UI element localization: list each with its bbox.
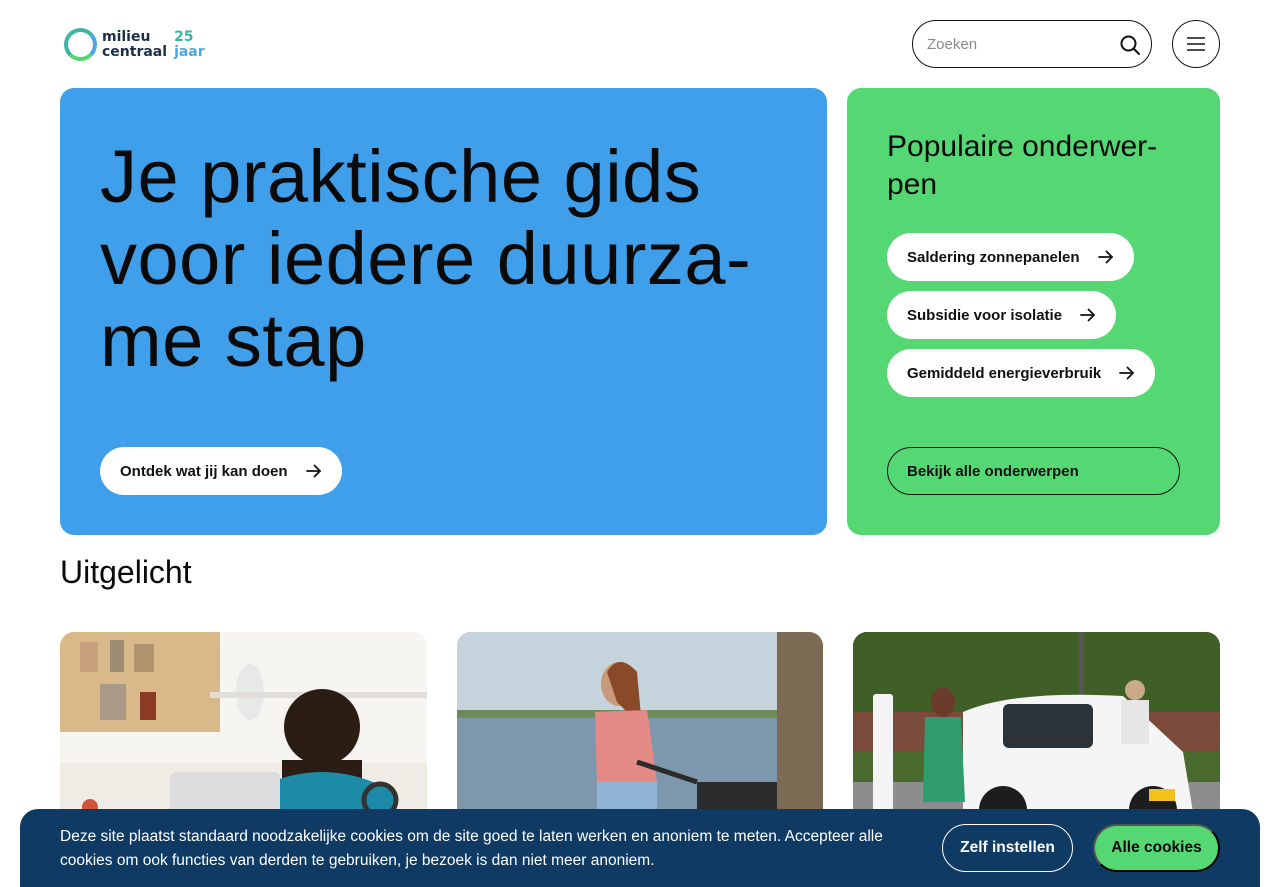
logo-ring-icon — [64, 28, 97, 61]
search-input[interactable] — [927, 35, 1107, 53]
logo-line2: centraal — [102, 43, 168, 60]
topic-link-energieverbruik[interactable]: Gemiddeld energieverbruik — [887, 349, 1156, 397]
discover-button[interactable]: Ontdek wat jij kan doen — [100, 447, 342, 495]
logo-anniv-word: jaar — [174, 43, 205, 60]
search-box — [912, 20, 1152, 68]
logo-wordmark: milieu centraal — [102, 28, 168, 60]
topic-link-saldering[interactable]: Saldering zonnepanelen — [887, 233, 1134, 281]
popular-topics-title: Populaire onderwer-pen — [887, 130, 1158, 201]
site-logo[interactable]: milieu centraal 25 jaar — [64, 28, 205, 61]
cookie-message: Deze site plaatst standaard noodzakelijk… — [60, 828, 883, 869]
logo-anniv-number: 25 — [174, 28, 194, 45]
popular-topics-panel: Populaire onderwer-pen Saldering zonnepa… — [847, 88, 1220, 535]
accept-all-cookies-label: Alle cookies — [1111, 839, 1202, 856]
arrow-right-icon — [1097, 250, 1113, 264]
arrow-right-icon — [1080, 308, 1095, 322]
hero-panel: Je praktische gids voor iedere duurza-me… — [60, 88, 827, 535]
site-header: milieu centraal 25 jaar — [0, 0, 1280, 88]
accept-all-cookies-button[interactable]: Alle cookies — [1093, 824, 1220, 872]
topic-link-label: Subsidie voor isolatie — [907, 306, 1063, 324]
arrow-right-icon — [1119, 366, 1135, 380]
featured-title: Uitgelicht — [60, 554, 192, 590]
search-icon[interactable] — [1119, 34, 1141, 56]
cookie-banner: Deze site plaatst standaard noodzakelijk… — [20, 809, 1260, 887]
logo-line1: milieu — [102, 28, 151, 45]
discover-button-label: Ontdek wat jij kan doen — [120, 462, 288, 480]
topic-link-label: Gemiddeld energieverbruik — [907, 364, 1102, 382]
cookie-settings-button[interactable]: Zelf instellen — [942, 824, 1073, 872]
topic-link-subsidie[interactable]: Subsidie voor isolatie — [887, 291, 1117, 339]
arrow-right-icon — [305, 464, 321, 478]
topic-link-label: Saldering zonnepanelen — [907, 248, 1080, 266]
hamburger-menu-icon — [1187, 37, 1205, 51]
cookie-settings-label: Zelf instellen — [960, 839, 1055, 856]
hero-title: Je praktische gids voor iedere duurza-me… — [100, 135, 752, 382]
all-topics-button[interactable]: Bekijk alle onderwerpen — [887, 447, 1180, 495]
logo-anniversary: 25 jaar — [174, 28, 205, 60]
all-topics-label: Bekijk alle onderwerpen — [907, 462, 1079, 480]
menu-button[interactable] — [1172, 20, 1220, 68]
